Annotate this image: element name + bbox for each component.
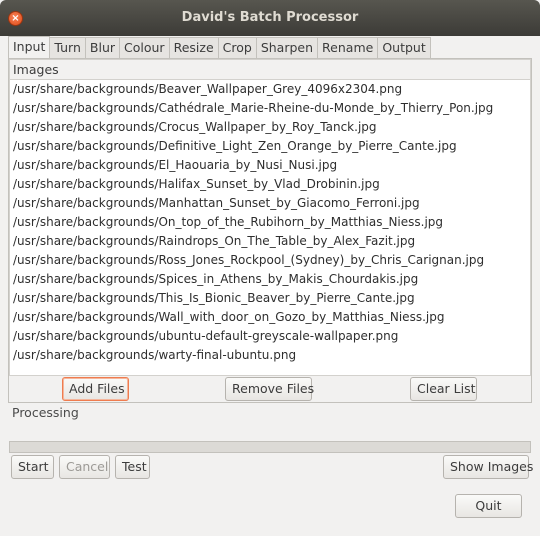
window-title: David's Batch Processor <box>181 10 359 25</box>
list-item[interactable]: /usr/share/backgrounds/Cathédrale_Marie-… <box>10 99 530 118</box>
show-images-button[interactable]: Show Images <box>443 455 533 479</box>
list-item[interactable]: /usr/share/backgrounds/Spices_in_Athens_… <box>10 270 530 289</box>
add-files-button[interactable]: Add Files <box>62 377 129 401</box>
images-list-header: Images <box>10 60 530 80</box>
list-item[interactable]: /usr/share/backgrounds/Crocus_Wallpaper_… <box>10 118 530 137</box>
clear-list-button[interactable]: Clear List <box>410 377 477 401</box>
cancel-button: Cancel <box>59 455 110 479</box>
list-item[interactable]: /usr/share/backgrounds/Wall_with_door_on… <box>10 308 530 327</box>
images-list[interactable]: Images /usr/share/backgrounds/Beaver_Wal… <box>9 59 531 376</box>
quit-button[interactable]: Quit <box>455 494 522 518</box>
tab-output[interactable]: Output <box>378 37 431 58</box>
list-item[interactable]: /usr/share/backgrounds/Beaver_Wallpaper_… <box>10 80 530 99</box>
processing-progress-bar <box>9 441 531 453</box>
list-item[interactable]: /usr/share/backgrounds/Raindrops_On_The_… <box>10 232 530 251</box>
list-item[interactable]: /usr/share/backgrounds/Definitive_Light_… <box>10 137 530 156</box>
tab-input[interactable]: Input <box>8 36 51 58</box>
tab-colour[interactable]: Colour <box>120 37 170 58</box>
tab-sharpen[interactable]: Sharpen <box>256 37 319 58</box>
tab-turn[interactable]: Turn <box>50 37 86 58</box>
list-item[interactable]: /usr/share/backgrounds/Manhattan_Sunset_… <box>10 194 530 213</box>
tab-blur[interactable]: Blur <box>85 37 121 58</box>
test-button[interactable]: Test <box>115 455 150 479</box>
list-item[interactable]: /usr/share/backgrounds/ubuntu-default-gr… <box>10 327 530 346</box>
title-bar: × David's Batch Processor <box>0 0 540 36</box>
tab-crop[interactable]: Crop <box>218 37 257 58</box>
processing-label: Processing <box>12 405 79 420</box>
tab-bar: Input Turn Blur Colour Resize Crop Sharp… <box>8 36 431 58</box>
list-item[interactable]: /usr/share/backgrounds/Ross_Jones_Rockpo… <box>10 251 530 270</box>
list-item[interactable]: /usr/share/backgrounds/On_top_of_the_Rub… <box>10 213 530 232</box>
list-item[interactable]: /usr/share/backgrounds/El_Haouaria_by_Nu… <box>10 156 530 175</box>
tab-rename[interactable]: Rename <box>318 37 379 58</box>
batch-processor-window: × David's Batch Processor Input Turn Blu… <box>0 0 540 536</box>
list-item[interactable]: /usr/share/backgrounds/This_Is_Bionic_Be… <box>10 289 530 308</box>
list-item[interactable]: /usr/share/backgrounds/warty-final-ubunt… <box>10 346 530 365</box>
list-item[interactable]: /usr/share/backgrounds/Halifax_Sunset_by… <box>10 175 530 194</box>
remove-files-button[interactable]: Remove Files <box>225 377 314 401</box>
tab-resize[interactable]: Resize <box>169 37 219 58</box>
start-button[interactable]: Start <box>11 455 54 479</box>
